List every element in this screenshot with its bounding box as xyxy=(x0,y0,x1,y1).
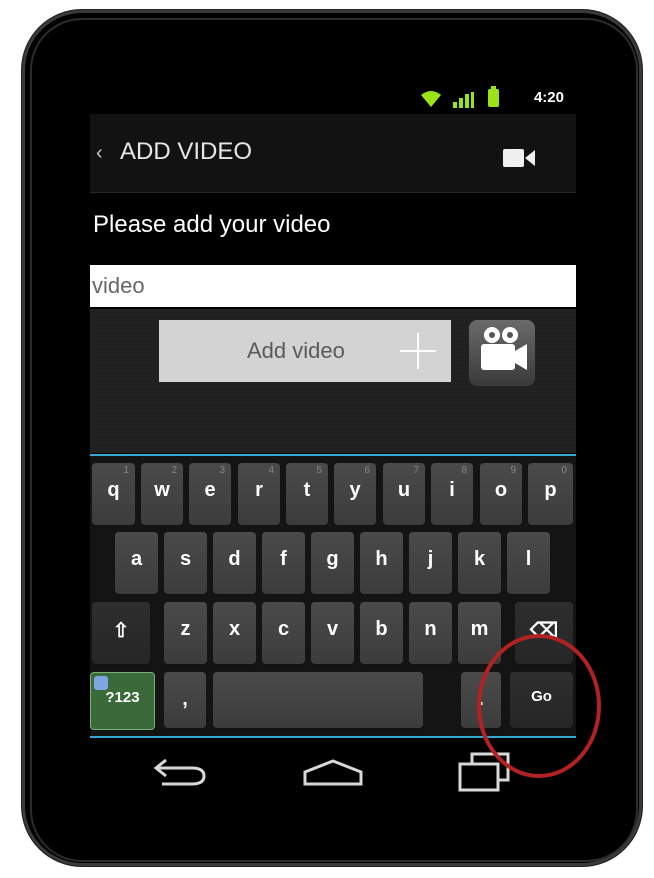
signal-icon xyxy=(453,92,474,108)
key-d[interactable]: d xyxy=(213,532,256,594)
key-a[interactable]: a xyxy=(115,532,158,594)
key-x[interactable]: x xyxy=(213,602,256,664)
key-k[interactable]: k xyxy=(458,532,501,594)
add-video-button[interactable]: Add video xyxy=(159,320,451,382)
video-camera-button[interactable] xyxy=(469,320,535,386)
camcorder-icon[interactable] xyxy=(503,149,535,167)
comma-key[interactable]: , xyxy=(164,672,206,728)
key-r[interactable]: 4r xyxy=(238,463,280,525)
shift-icon: ⇧ xyxy=(112,620,130,642)
status-time: 4:20 xyxy=(533,89,564,106)
back-icon[interactable] xyxy=(152,756,208,788)
key-h[interactable]: h xyxy=(360,532,403,594)
page-title[interactable]: ADD VIDEO xyxy=(120,138,252,166)
key-c[interactable]: c xyxy=(262,602,305,664)
key-l[interactable]: l xyxy=(507,532,550,594)
key-p[interactable]: 0p xyxy=(528,463,573,525)
key-f[interactable]: f xyxy=(262,532,305,594)
battery-icon xyxy=(488,86,499,107)
key-q[interactable]: 1q xyxy=(92,463,135,525)
back-chevron-icon[interactable]: ‹ xyxy=(96,142,103,165)
shift-key[interactable]: ⇧ xyxy=(92,602,150,664)
key-u[interactable]: 7u xyxy=(383,463,425,525)
key-i[interactable]: 8i xyxy=(431,463,473,525)
action-bar: ‹ ADD VIDEO xyxy=(90,114,576,193)
key-n[interactable]: n xyxy=(409,602,452,664)
highlight-circle xyxy=(477,634,601,778)
prompt-text: Please add your video xyxy=(93,211,331,238)
add-video-label: Add video xyxy=(247,338,345,363)
key-v[interactable]: v xyxy=(311,602,354,664)
home-icon[interactable] xyxy=(301,758,365,788)
key-b[interactable]: b xyxy=(360,602,403,664)
key-y[interactable]: 6y xyxy=(334,463,376,525)
status-bar: 4:20 xyxy=(90,82,576,114)
space-key[interactable] xyxy=(213,672,423,728)
key-g[interactable]: g xyxy=(311,532,354,594)
wifi-icon xyxy=(421,91,441,107)
key-w[interactable]: 2w xyxy=(141,463,183,525)
key-o[interactable]: 9o xyxy=(480,463,522,525)
video-input[interactable] xyxy=(90,265,576,307)
settings-icon xyxy=(94,676,108,690)
key-s[interactable]: s xyxy=(164,532,207,594)
video-camera-icon xyxy=(481,327,527,370)
key-z[interactable]: z xyxy=(164,602,207,664)
prompt-strip: Please add your video xyxy=(90,195,576,261)
key-e[interactable]: 3e xyxy=(189,463,231,525)
key-t[interactable]: 5t xyxy=(286,463,328,525)
plus-icon xyxy=(400,333,436,369)
key-j[interactable]: j xyxy=(409,532,452,594)
symbols-key[interactable]: ?123 xyxy=(90,672,155,730)
